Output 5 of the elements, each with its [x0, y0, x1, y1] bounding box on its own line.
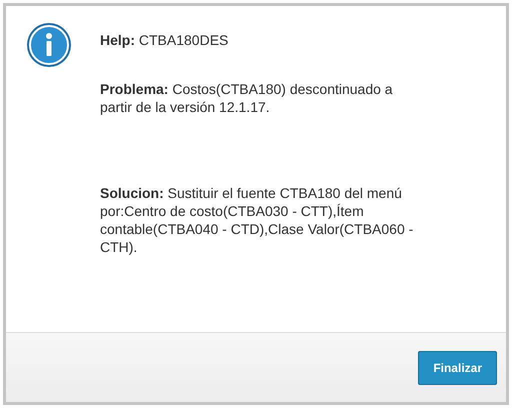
message-text: Solucion: Sustituir el fuente CTBA180 del menú por:Centro de costo(CTBA030 - CTT),Ítem contable(CTBA040 - CTD),Clase Valor(CTBA060 - CTH).	[100, 184, 414, 256]
info-icon	[26, 22, 72, 68]
help-title: Help: CTBA180DES	[100, 31, 230, 49]
finish-button[interactable]: Finalizar	[418, 350, 497, 384]
message-text: Problema: Costos(CTBA180) descontinuado a partir de la versión 12.1.17.	[100, 80, 394, 116]
